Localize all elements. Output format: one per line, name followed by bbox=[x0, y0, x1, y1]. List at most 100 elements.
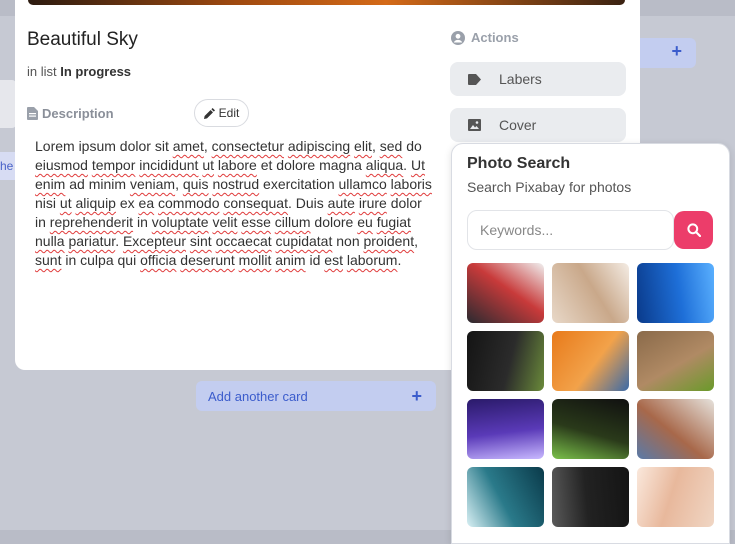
photo-results-grid bbox=[467, 263, 714, 527]
writing-desk-photo[interactable] bbox=[552, 331, 629, 391]
misspelled-word: nulla bbox=[35, 233, 65, 249]
misspelled-word: ut bbox=[59, 195, 72, 211]
cracked-earth-flower-photo[interactable] bbox=[637, 331, 714, 391]
misspelled-word: proident bbox=[363, 233, 415, 249]
lightning-storm-photo[interactable] bbox=[467, 399, 544, 459]
card-cover-image bbox=[28, 0, 625, 5]
text-segment: ex bbox=[115, 195, 139, 211]
image-icon bbox=[468, 119, 481, 131]
misspelled-word: officia bbox=[140, 252, 177, 268]
code-screen-photo[interactable] bbox=[467, 331, 544, 391]
labels-button-label: Labers bbox=[499, 71, 542, 87]
search-button[interactable] bbox=[674, 211, 713, 249]
card-list-info: in list In progress bbox=[27, 64, 131, 79]
misspelled-word: cillum bbox=[274, 214, 311, 230]
misspelled-word: fugiat bbox=[376, 214, 411, 230]
document-icon bbox=[27, 107, 38, 120]
misspelled-word: esse bbox=[241, 214, 271, 230]
misspelled-word: irure bbox=[358, 195, 387, 211]
text-segment: non bbox=[332, 233, 364, 249]
house-rooftop-photo[interactable] bbox=[637, 399, 714, 459]
search-icon bbox=[686, 223, 701, 237]
misspelled-word: est bbox=[324, 252, 343, 268]
misspelled-word: adipiscing bbox=[287, 138, 351, 154]
text-segment: in culpa qui bbox=[61, 252, 141, 268]
background-card-chip[interactable]: he bbox=[0, 152, 16, 180]
misspelled-word: amet bbox=[172, 138, 204, 154]
text-segment: Lorem ipsum dolor sit bbox=[35, 138, 173, 154]
text-segment: . bbox=[403, 157, 411, 173]
misspelled-word: Excepteur bbox=[122, 233, 187, 249]
user-circle-icon bbox=[451, 30, 465, 45]
photo-search-popover: Photo Search Search Pixabay for photos bbox=[451, 143, 730, 544]
text-segment: dolore bbox=[310, 214, 358, 230]
misspelled-word: aliqua bbox=[365, 157, 404, 173]
misspelled-word: sed bbox=[379, 138, 403, 154]
text-segment: , bbox=[414, 233, 418, 249]
cover-button[interactable]: Cover bbox=[450, 108, 626, 142]
edit-description-button[interactable]: Edit bbox=[194, 99, 249, 127]
misspelled-word: sint bbox=[189, 233, 212, 249]
text-segment: , bbox=[203, 138, 212, 154]
pencil-icon bbox=[203, 107, 215, 119]
description-text[interactable]: Lorem ipsum dolor sit amet, consectetur … bbox=[35, 137, 435, 270]
add-another-card-button[interactable]: Add another card + bbox=[196, 381, 436, 411]
text-segment: in bbox=[133, 214, 152, 230]
misspelled-word: quis bbox=[182, 176, 209, 192]
misspelled-word: pariatur bbox=[68, 233, 116, 249]
edit-label: Edit bbox=[218, 106, 240, 120]
text-segment: et dolore magna bbox=[256, 157, 366, 173]
misspelled-word: anim bbox=[275, 252, 306, 268]
tag-icon bbox=[468, 73, 481, 85]
photo-search-subtitle: Search Pixabay for photos bbox=[467, 179, 632, 195]
misspelled-word: Ut bbox=[410, 157, 425, 173]
hands-heart-photo[interactable] bbox=[637, 467, 714, 527]
misspelled-word: laboris bbox=[390, 176, 432, 192]
misspelled-word: cupidatat bbox=[275, 233, 333, 249]
misspelled-word: mollit bbox=[238, 252, 272, 268]
misspelled-word: laborum bbox=[346, 252, 398, 268]
description-label: Description bbox=[42, 106, 114, 121]
list-prefix: in list bbox=[27, 64, 61, 79]
misspelled-word: enim bbox=[35, 176, 66, 192]
misspelled-word: nostrud bbox=[212, 176, 260, 192]
misspelled-word: aute bbox=[327, 195, 355, 211]
actions-heading: Actions bbox=[451, 30, 519, 45]
misspelled-word: consectetur bbox=[211, 138, 284, 154]
terminal-text-photo[interactable] bbox=[552, 467, 629, 527]
text-segment: . Duis bbox=[287, 195, 328, 211]
stock-chart-photo[interactable] bbox=[467, 467, 544, 527]
misspelled-word: voluptate bbox=[151, 214, 209, 230]
misspelled-word: deserunt bbox=[180, 252, 235, 268]
misspelled-word: ullamco bbox=[338, 176, 387, 192]
dna-helix-photo[interactable] bbox=[637, 263, 714, 323]
misspelled-word: elit bbox=[354, 138, 372, 154]
text-segment: nisi bbox=[35, 195, 60, 211]
labels-button[interactable]: Labers bbox=[450, 62, 626, 96]
keywords-search-input[interactable] bbox=[467, 210, 674, 250]
misspelled-word: veniam bbox=[129, 176, 176, 192]
workspace-tablet-photo[interactable] bbox=[552, 263, 629, 323]
background-list-fragment bbox=[0, 80, 16, 128]
card-title[interactable]: Beautiful Sky bbox=[27, 29, 138, 51]
code-editor-photo[interactable] bbox=[552, 399, 629, 459]
text-segment: , bbox=[175, 176, 183, 192]
misspelled-word: reprehenderit bbox=[49, 214, 134, 230]
text-segment: id bbox=[305, 252, 325, 268]
plus-icon: + bbox=[411, 385, 422, 406]
photo-search-title: Photo Search bbox=[467, 155, 571, 172]
desk-computer-photo[interactable] bbox=[467, 263, 544, 323]
text-segment: . bbox=[115, 233, 123, 249]
text-segment: , bbox=[371, 138, 380, 154]
misspelled-word: sunt bbox=[35, 252, 62, 268]
misspelled-word: ea bbox=[138, 195, 155, 211]
text-segment: exercitation bbox=[259, 176, 339, 192]
description-heading: Description bbox=[27, 106, 114, 121]
misspelled-word: labore bbox=[217, 157, 257, 173]
misspelled-word: incididunt bbox=[139, 157, 199, 173]
misspelled-word: consequat bbox=[223, 195, 288, 211]
text-segment: do bbox=[402, 138, 422, 154]
misspelled-word: eiusmod bbox=[35, 157, 88, 173]
text-segment: . bbox=[397, 252, 402, 268]
misspelled-word: commodo bbox=[158, 195, 220, 211]
